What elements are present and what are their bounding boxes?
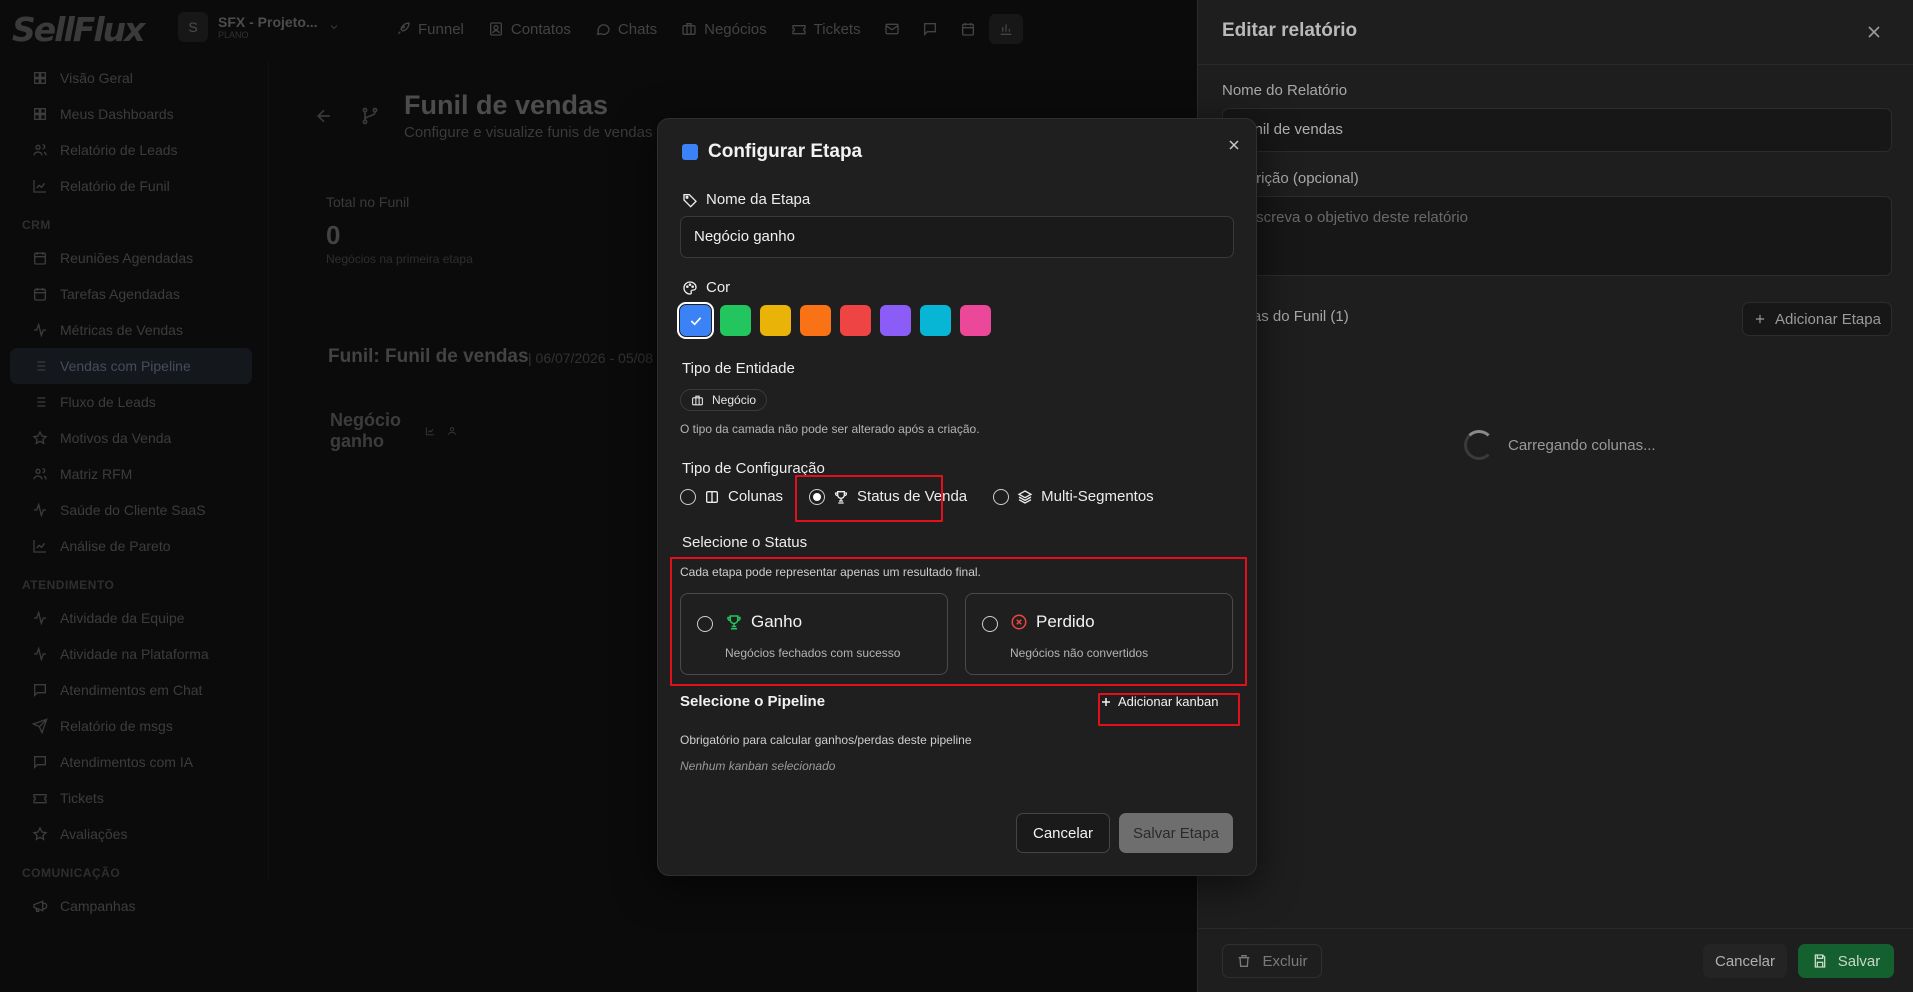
stage-name-label-text: Nome da Etapa	[706, 191, 811, 208]
add-stage-button[interactable]: Adicionar Etapa	[1742, 302, 1892, 336]
delete-button[interactable]: Excluir	[1222, 944, 1322, 978]
color-swatch[interactable]	[800, 305, 831, 336]
config-radio[interactable]	[993, 488, 1010, 505]
stage-name-input[interactable]: Negócio ganho	[680, 216, 1234, 258]
color-swatch[interactable]	[960, 305, 991, 336]
config-option-multi-segmentos[interactable]: Multi-Segmentos	[993, 488, 1154, 505]
edit-report-panel: Editar relatório Nome do Relatório Funil…	[1197, 0, 1913, 992]
panel-divider	[1198, 64, 1913, 65]
highlight-status-de-venda	[795, 475, 943, 522]
color-swatch[interactable]	[760, 305, 791, 336]
color-swatch[interactable]	[720, 305, 751, 336]
report-name-input[interactable]: Funil de vendas	[1222, 108, 1892, 152]
panel-footer-divider	[1198, 928, 1913, 929]
layers-icon	[1017, 489, 1033, 504]
modal-cancel-button[interactable]: Cancelar	[1016, 813, 1110, 853]
loading-text: Carregando colunas...	[1508, 436, 1656, 454]
report-name-label: Nome do Relatório	[1222, 82, 1348, 99]
stage-name-label: Nome da Etapa	[682, 191, 810, 208]
close-icon[interactable]	[1226, 137, 1242, 153]
modal-title: Configurar Etapa	[682, 141, 862, 163]
select-pipeline-label: Selecione o Pipeline	[680, 693, 826, 710]
columns-icon	[706, 490, 718, 503]
color-swatch[interactable]	[920, 305, 951, 336]
panel-save-label: Salvar	[1837, 952, 1881, 970]
spinner-icon	[1464, 430, 1494, 460]
report-description-textarea[interactable]: Descreva o objetivo deste relatório	[1222, 196, 1892, 276]
highlight-add-kanban	[1098, 693, 1240, 726]
panel-save-button[interactable]: Salvar	[1798, 944, 1894, 978]
entity-type-value: Negócio	[712, 393, 757, 407]
select-status-label: Selecione o Status	[682, 534, 808, 551]
config-option-label: Colunas	[728, 488, 784, 505]
color-swatch[interactable]	[880, 305, 911, 336]
config-option-colunas[interactable]: Colunas	[680, 488, 783, 505]
modal-title-text: Configurar Etapa	[708, 141, 863, 162]
add-stage-label: Adicionar Etapa	[1775, 310, 1881, 328]
trash-icon	[1239, 955, 1250, 967]
entity-type-note: O tipo da camada não pode ser alterado a…	[680, 422, 980, 436]
entity-type-label: Tipo de Entidade	[682, 360, 795, 377]
panel-cancel-button[interactable]: Cancelar	[1703, 944, 1787, 978]
config-option-label: Multi-Segmentos	[1041, 488, 1154, 505]
entity-type-badge: Negócio	[680, 389, 768, 411]
delete-label: Excluir	[1262, 952, 1308, 970]
palette-icon	[683, 280, 697, 295]
check-icon	[690, 316, 701, 326]
loading-indicator: Carregando colunas...	[1464, 430, 1656, 460]
save-stage-button[interactable]: Salvar Etapa	[1119, 813, 1233, 853]
color-swatches	[677, 302, 991, 339]
color-label: Cor	[682, 279, 730, 296]
color-label-text: Cor	[706, 279, 731, 296]
plus-icon	[1755, 314, 1765, 324]
color-swatch[interactable]	[677, 302, 714, 339]
tag-icon	[683, 193, 697, 208]
panel-title: Editar relatório	[1222, 20, 1358, 41]
stage-color-indicator	[682, 144, 698, 160]
configure-stage-modal: Configurar Etapa Nome da Etapa Negócio g…	[657, 118, 1257, 876]
color-swatch[interactable]	[840, 305, 871, 336]
save-icon	[1814, 954, 1826, 968]
config-radio[interactable]	[680, 488, 696, 505]
no-kanban-text: Nenhum kanban selecionado	[680, 759, 836, 773]
briefcase-icon	[692, 395, 703, 405]
close-icon[interactable]	[1864, 22, 1884, 42]
highlight-select-status	[670, 557, 1247, 686]
pipeline-note: Obrigatório para calcular ganhos/perdas …	[680, 733, 972, 747]
